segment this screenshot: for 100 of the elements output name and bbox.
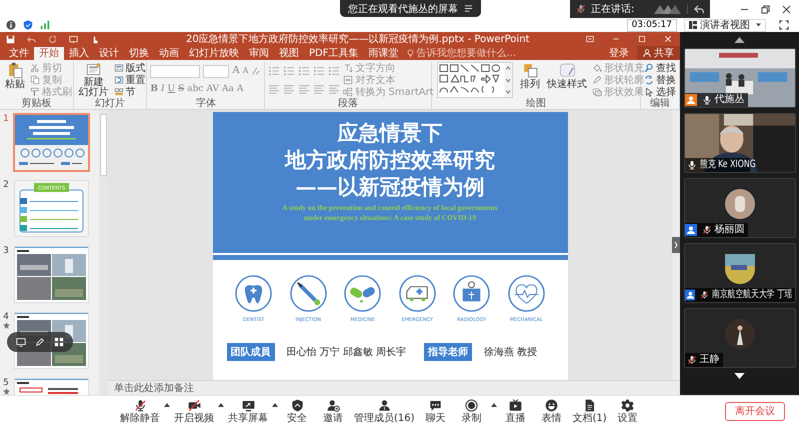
format-button[interactable]: abc [187,83,204,95]
record-icon [465,398,478,412]
caret-icon[interactable] [164,402,170,406]
format-button[interactable]: I [160,83,165,95]
format-button[interactable]: S [178,83,184,95]
toolbar-button[interactable]: 管理成员(16) [352,398,417,424]
back-arrow-icon[interactable] [687,4,704,14]
toolbar-button[interactable]: 表情 [534,398,569,424]
presentation-icon[interactable] [69,34,78,44]
participant-tile[interactable]: 王静 [684,308,796,368]
toolbar-button[interactable]: 开启视频 [172,398,216,424]
shape-gallery[interactable] [435,62,516,98]
participant-tile[interactable]: 熊克 Ke XIONG [684,113,796,173]
caret-icon[interactable] [218,402,224,406]
scroll-up-icon[interactable] [734,37,745,43]
undo-icon[interactable] [27,34,36,44]
syringe-icon [288,274,328,313]
toolbar-button[interactable]: 邀请 [316,398,350,424]
shield-icon [290,398,304,412]
share-button[interactable]: 共享 [637,46,680,60]
participant-tile[interactable]: 南京航空航天大学 丁瑶 [684,243,796,303]
font-size-button[interactable]: A [232,65,240,77]
scissors-icon [30,63,40,73]
leave-meeting-button[interactable]: 离开会议 [725,402,785,420]
ribbon-tab[interactable]: 动画 [154,47,184,60]
ribbon-button[interactable]: 新建 幻灯片 [76,62,111,98]
slide-number: 3 [3,246,9,256]
presenter-view-button[interactable]: 演讲者视图 [684,18,766,32]
ribbon-button[interactable]: 排列 [518,62,542,98]
redo-icon[interactable] [48,34,57,44]
list-icon[interactable] [464,4,473,13]
toolbar-button[interactable]: 文档(1) [570,398,609,424]
ribbon-tab[interactable]: 视图 [274,47,304,60]
ribbon-display-icon[interactable] [586,35,594,43]
toolbar-button[interactable]: 共享屏幕 [226,398,270,424]
ribbon-tab[interactable]: 雨课堂 [363,47,404,60]
caret-icon[interactable] [272,402,278,406]
scroll-down-icon[interactable] [734,373,745,379]
toolbar-button[interactable]: 解除静音 [118,398,162,424]
scrollbar[interactable] [672,110,680,380]
toolbar-button[interactable]: 录制 [454,398,489,424]
ribbon-button[interactable]: 重置 [114,74,146,86]
format-button[interactable]: AV [206,83,220,95]
format-button[interactable]: B [150,83,158,95]
font-size-field[interactable] [203,64,230,78]
advisor-label: 指导老师 [424,343,472,361]
clear-format-icon[interactable] [251,66,262,76]
ribbon-button[interactable]: 快速样式 [545,62,590,98]
toolbar-button[interactable]: 安全 [280,398,314,424]
ribbon-button[interactable]: 节 [114,86,146,98]
grid-icon[interactable] [54,337,64,347]
ribbon-tab[interactable]: 开始 [34,47,64,60]
text-direction-icon [343,63,354,73]
panel-toggle-icon[interactable] [672,237,680,253]
list-format-icon[interactable] [283,66,296,76]
info-icon[interactable] [6,20,16,30]
ribbon-tab[interactable]: 审阅 [244,47,274,60]
tell-me-field[interactable]: 告诉我您想要做什么... [407,47,526,60]
ribbon-tab[interactable]: 插入 [64,47,94,60]
ribbon-button[interactable]: 替换 [644,74,676,86]
toolbar-button[interactable]: 聊天 [418,398,453,424]
ribbon-button[interactable]: 粘贴 [3,62,27,98]
ribbon-button[interactable]: 版式 [114,62,146,74]
list-format-icon[interactable] [328,66,340,76]
participant-tile[interactable]: 杨丽圆 [684,178,796,238]
ribbon-group-label: 字体 [194,98,217,109]
restore-icon[interactable] [761,5,770,14]
close-icon[interactable] [782,5,791,14]
save-icon[interactable] [6,34,15,44]
ribbon-tab[interactable]: 幻灯片放映 [184,47,244,60]
list-format-icon[interactable] [268,66,280,76]
list-format-icon[interactable] [313,66,326,76]
format-button[interactable]: U [168,83,176,95]
caret-icon[interactable] [490,402,497,406]
scrollbar[interactable] [99,110,108,395]
ribbon-button[interactable]: 查找 [644,62,676,74]
ribbon-tab[interactable]: 设计 [94,47,124,60]
document-title: 20应急情景下地方政府防控效率研究——以新冠疫情为例.pptx - PowerPoint [186,32,530,46]
pen-icon[interactable] [34,337,45,347]
ribbon-tab[interactable]: 切换 [124,47,154,60]
ribbon-tab[interactable]: 文件 [4,47,34,60]
ambulance-icon [398,274,437,313]
screen-icon[interactable] [16,337,26,347]
maximize-icon[interactable] [638,35,646,43]
font-name-field[interactable] [150,64,200,78]
format-button[interactable]: Aa [222,83,234,95]
sign-in-link[interactable]: 登录 [609,47,629,60]
caret-icon [756,23,761,27]
ribbon-button[interactable]: 选择 [644,86,676,98]
format-button[interactable]: A [236,83,244,95]
fullscreen-icon[interactable] [779,20,789,30]
ribbon-tab[interactable]: PDF工具集 [304,47,364,60]
notes-placeholder[interactable]: 单击此处添加备注 [114,381,194,395]
font-size-button[interactable]: A [242,65,248,77]
participant-name: 杨丽圆 [714,224,744,236]
participant-tile[interactable]: 代施丛 [684,48,796,108]
shield-icon[interactable] [23,20,33,30]
toolbar-button[interactable]: 设置 [610,398,645,424]
toolbar-button[interactable]: 直播 [498,398,533,424]
list-format-icon[interactable] [298,66,310,76]
